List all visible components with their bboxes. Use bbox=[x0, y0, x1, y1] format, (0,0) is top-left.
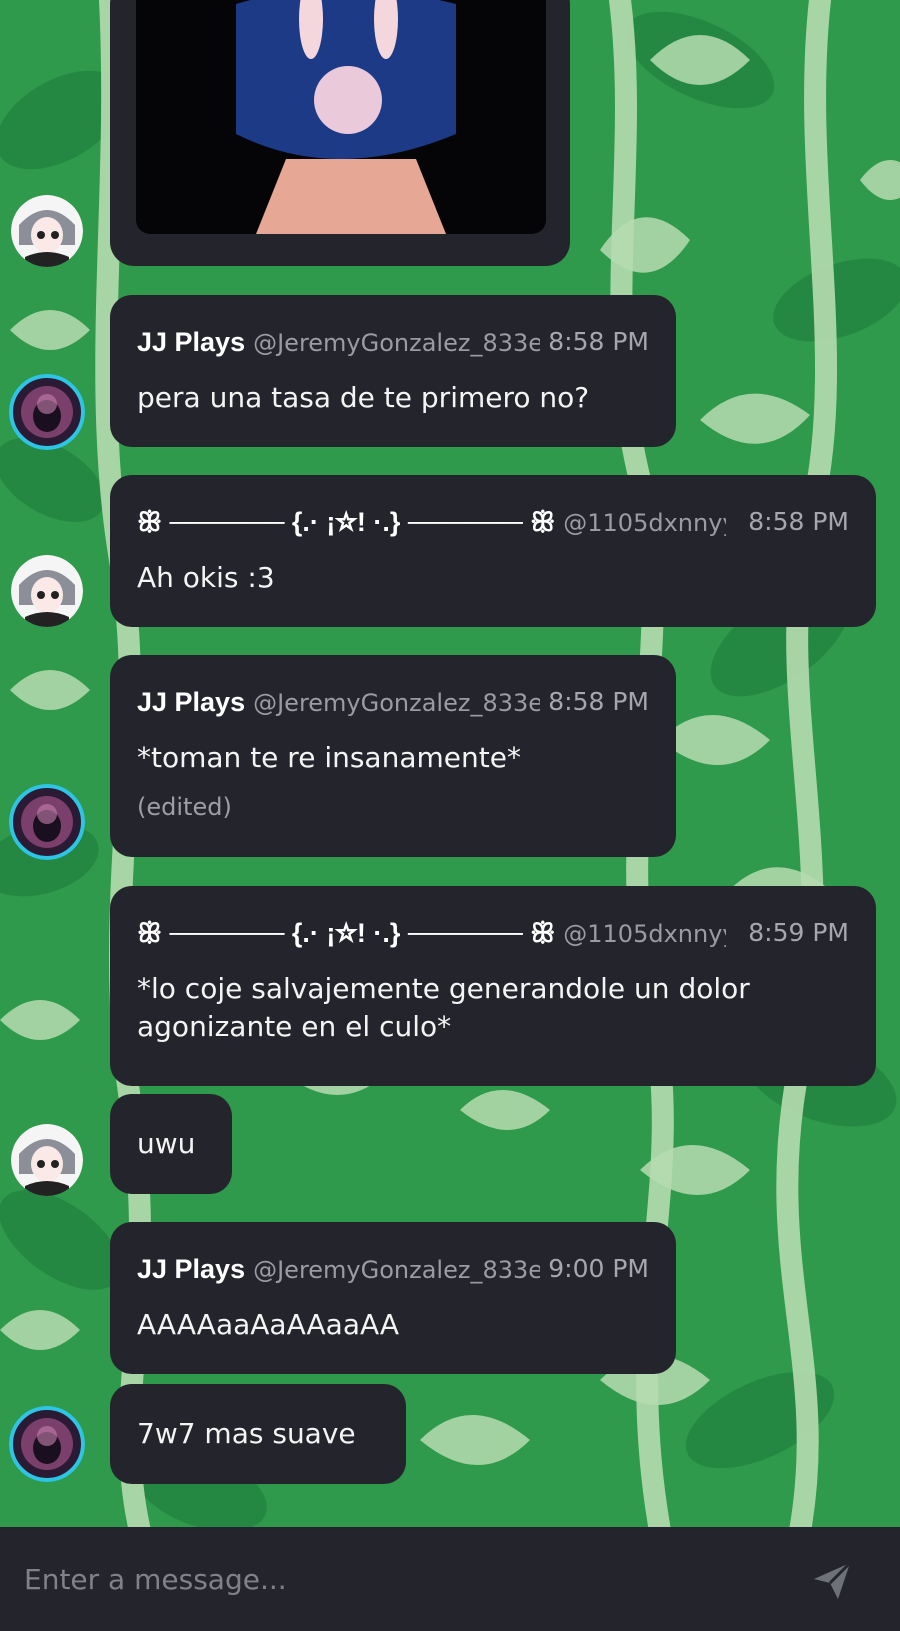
message-header: ꕥ ────── {.· ¡☆! ·.} ────── ꕥ @1105dxnnyy bbox=[137, 918, 726, 950]
message-bubble: ꕥ ────── {.· ¡☆! ·.} ────── ꕥ @1105dxnnyy… bbox=[110, 475, 876, 627]
user-avatar[interactable] bbox=[11, 195, 83, 267]
sender-handle[interactable]: @1105dxnnyy bbox=[563, 509, 726, 537]
message-timestamp: 8:58 PM bbox=[740, 507, 849, 536]
send-button[interactable] bbox=[808, 1557, 856, 1605]
message-text: pera una tasa de te primero no? bbox=[137, 381, 590, 414]
message-text-line: *lo coje salvajemente generandole un dol… bbox=[137, 972, 750, 1005]
send-icon bbox=[814, 1561, 852, 1599]
message-text: *toman te re insanamente* bbox=[137, 741, 521, 774]
sender-handle[interactable]: @1105dxnnyy bbox=[563, 920, 726, 948]
message-timestamp: 9:00 PM bbox=[540, 1254, 649, 1283]
message-bubble: 7w7 mas suave bbox=[110, 1384, 406, 1484]
sender-handle[interactable]: @JeremyGonzalez_833e bbox=[253, 329, 543, 357]
message-text: AAAAaaAaAAaaAA bbox=[137, 1308, 400, 1341]
anime-girl-avatar-icon bbox=[11, 195, 83, 267]
sender-name[interactable]: ꕥ ────── {.· ¡☆! ·.} ────── ꕥ bbox=[137, 507, 555, 537]
edited-label: (edited) bbox=[137, 793, 232, 821]
anime-girl-avatar-icon bbox=[11, 1124, 83, 1196]
message-bubble: uwu bbox=[110, 1094, 232, 1194]
message-header: ꕥ ────── {.· ¡☆! ·.} ────── ꕥ @1105dxnnyy bbox=[137, 507, 726, 539]
user-avatar[interactable] bbox=[11, 1124, 83, 1196]
message-text: uwu bbox=[137, 1127, 196, 1160]
user-avatar[interactable] bbox=[9, 784, 85, 860]
message-timestamp: 8:58 PM bbox=[540, 327, 649, 356]
message-composer bbox=[0, 1527, 900, 1631]
message-timestamp: 8:58 PM bbox=[540, 687, 649, 716]
message-bubble: ꕥ ────── {.· ¡☆! ·.} ────── ꕥ @1105dxnnyy… bbox=[110, 886, 876, 1086]
dark-purple-avatar-icon bbox=[9, 374, 85, 450]
message-input[interactable] bbox=[22, 1553, 766, 1605]
user-avatar[interactable] bbox=[9, 374, 85, 450]
sender-name[interactable]: JJ Plays bbox=[137, 687, 245, 717]
message-timestamp: 8:59 PM bbox=[740, 918, 849, 947]
anime-girl-avatar-icon bbox=[11, 555, 83, 627]
sender-handle[interactable]: @JeremyGonzalez_833e bbox=[253, 1256, 543, 1284]
sender-name[interactable]: JJ Plays bbox=[137, 1254, 245, 1284]
dark-purple-avatar-icon bbox=[9, 784, 85, 860]
shared-image-thumbnail[interactable] bbox=[136, 0, 546, 234]
user-avatar[interactable] bbox=[11, 555, 83, 627]
sender-name[interactable]: JJ Plays bbox=[137, 327, 245, 357]
message-bubble: JJ Plays @JeremyGonzalez_833e 8:58 PM per… bbox=[110, 295, 676, 447]
message-text: Ah okis :3 bbox=[137, 561, 275, 594]
user-avatar[interactable] bbox=[9, 1406, 85, 1482]
message-text: 7w7 mas suave bbox=[137, 1417, 356, 1450]
message-bubble: JJ Plays @JeremyGonzalez_833e 8:58 PM *to… bbox=[110, 655, 676, 857]
message-text-line: agonizante en el culo* bbox=[137, 1010, 452, 1043]
dark-purple-avatar-icon bbox=[9, 1406, 85, 1482]
sender-handle[interactable]: @JeremyGonzalez_833e bbox=[253, 689, 543, 717]
message-bubble: JJ Plays @JeremyGonzalez_833e 9:00 PM AAA… bbox=[110, 1222, 676, 1374]
sender-name[interactable]: ꕥ ────── {.· ¡☆! ·.} ────── ꕥ bbox=[137, 918, 555, 948]
image-message-bubble bbox=[110, 0, 570, 266]
